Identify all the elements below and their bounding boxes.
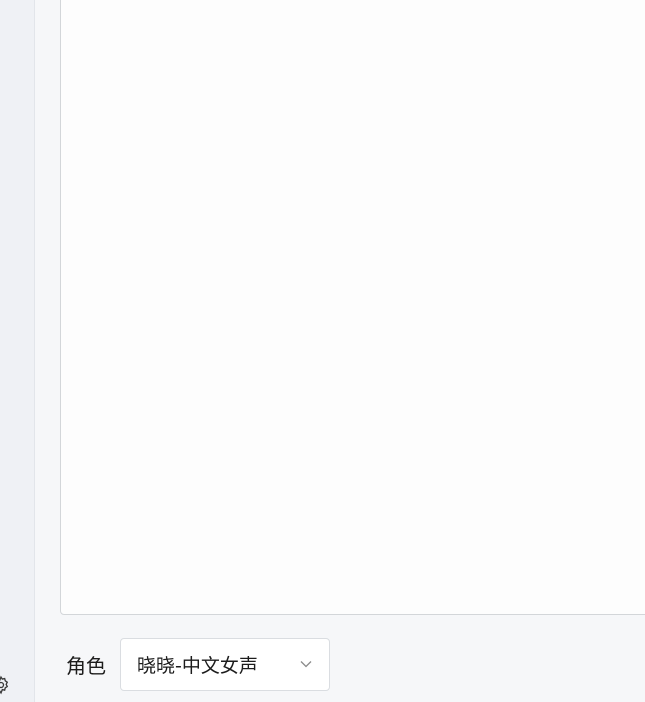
voice-row: 角色 晓晓-中文女声 [66,638,330,691]
voice-label: 角色 [66,654,106,678]
gear-icon[interactable] [0,675,11,695]
sidebar [0,0,35,702]
voice-select[interactable]: 晓晓-中文女声 [120,638,330,691]
voice-selected-value: 晓晓-中文女声 [137,655,258,677]
text-input[interactable] [60,0,645,615]
main-panel: 角色 晓晓-中文女声 [36,0,645,702]
chevron-down-icon [300,661,312,668]
